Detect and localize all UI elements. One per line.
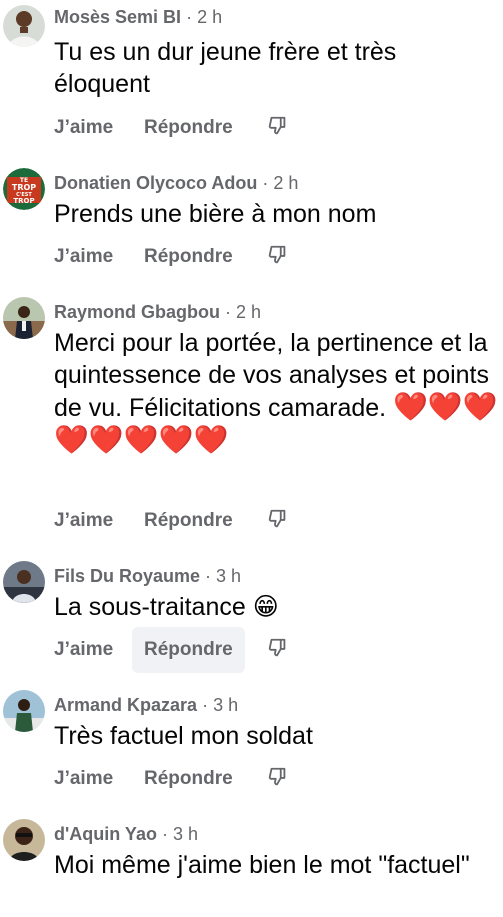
comment-meta: Armand Kpazara · 3 h <box>54 694 238 716</box>
like-button[interactable]: J’aime <box>54 113 113 143</box>
thumbs-down-icon[interactable] <box>267 508 289 530</box>
like-button[interactable]: J’aime <box>54 635 113 665</box>
meta-separator: · <box>186 7 198 27</box>
comment-text: Très factuel mon soldat <box>54 722 313 750</box>
timestamp[interactable]: 2 h <box>236 302 261 322</box>
like-button[interactable]: J’aime <box>54 242 113 272</box>
meta-separator: · <box>262 173 274 193</box>
timestamp[interactable]: 3 h <box>173 824 198 844</box>
avatar[interactable] <box>3 819 45 861</box>
comment-meta: Fils Du Royaume · 3 h <box>54 565 241 587</box>
timestamp[interactable]: 2 h <box>197 7 222 27</box>
like-button[interactable]: J’aime <box>54 506 113 536</box>
author-name[interactable]: Fils Du Royaume <box>54 566 200 586</box>
avatar-text: TROP <box>13 197 34 205</box>
comment-meta: d'Aquin Yao · 3 h <box>54 823 198 845</box>
comment-text: Tu es un dur jeune frère et très éloquen… <box>54 38 397 98</box>
thumbs-down-icon[interactable] <box>267 244 289 266</box>
meta-separator: · <box>202 695 214 715</box>
thumbs-down-icon[interactable] <box>267 115 289 137</box>
meta-separator: · <box>161 824 173 844</box>
avatar[interactable] <box>3 561 45 603</box>
meta-separator: · <box>205 566 217 586</box>
avatar[interactable]: TE TROP C'EST TROP <box>3 168 45 210</box>
reply-button[interactable]: Répondre <box>144 764 233 794</box>
comment-meta: Raymond Gbagbou · 2 h <box>54 301 261 323</box>
author-name[interactable]: d'Aquin Yao <box>54 824 157 844</box>
comment-text-body: La sous-traitance <box>54 593 246 621</box>
timestamp[interactable]: 3 h <box>216 566 241 586</box>
like-button[interactable]: J’aime <box>54 764 113 794</box>
avatar[interactable] <box>3 690 45 732</box>
timestamp[interactable]: 2 h <box>273 173 298 193</box>
timestamp[interactable]: 3 h <box>213 695 238 715</box>
author-name[interactable]: Armand Kpazara <box>54 695 197 715</box>
thumbs-down-icon[interactable] <box>267 766 289 788</box>
grinning-emoji: 😁 <box>252 593 279 621</box>
author-name[interactable]: Donatien Olycoco Adou <box>54 173 257 193</box>
thumbs-down-icon[interactable] <box>267 637 289 659</box>
reply-button[interactable]: Répondre <box>144 242 233 272</box>
avatar-text: TROP <box>12 183 36 192</box>
avatar[interactable] <box>3 297 45 339</box>
author-name[interactable]: Mosès Semi BI <box>54 7 181 27</box>
comment-meta: Mosès Semi BI · 2 h <box>54 6 222 28</box>
avatar[interactable] <box>3 5 45 47</box>
comment-text: Moi même j'aime bien le mot "factuel" <box>54 851 470 879</box>
reply-button[interactable]: Répondre <box>144 506 233 536</box>
author-name[interactable]: Raymond Gbagbou <box>54 302 220 322</box>
comment-text: Prends une bière à mon nom <box>54 200 377 228</box>
meta-separator: · <box>225 302 237 322</box>
comment-text: Merci pour la portée, la pertinence et l… <box>54 327 499 457</box>
reply-button[interactable]: Répondre <box>132 627 245 673</box>
comment-meta: Donatien Olycoco Adou · 2 h <box>54 172 298 194</box>
reply-button[interactable]: Répondre <box>144 113 233 143</box>
comment-text: La sous-traitance 😁 <box>54 591 494 623</box>
